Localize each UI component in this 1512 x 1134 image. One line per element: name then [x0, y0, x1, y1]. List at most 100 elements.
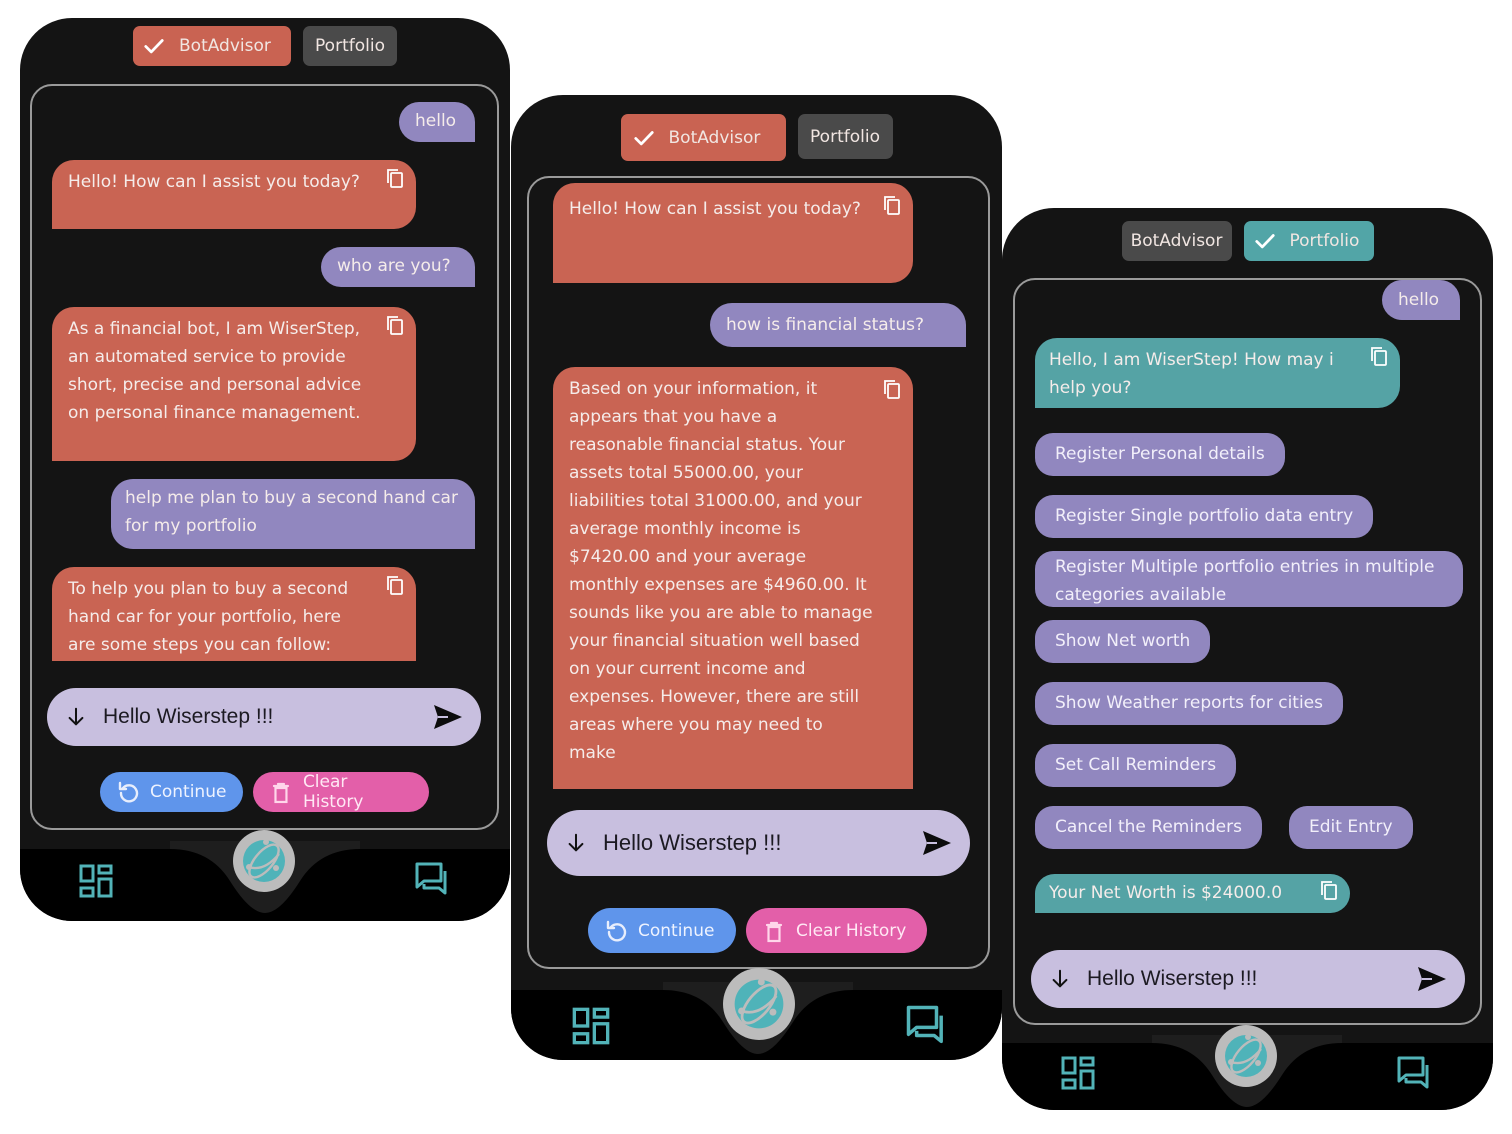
tab-label: Portfolio [810, 126, 880, 147]
restart-icon [116, 780, 140, 804]
home-fab[interactable] [233, 830, 295, 892]
copy-icon[interactable] [883, 379, 901, 399]
message-input[interactable]: Hello Wiserstep !!! [47, 688, 481, 746]
message-text: Hello! How can I assist you today? [68, 172, 360, 192]
option-label: Cancel the Reminders [1055, 817, 1242, 837]
tab-label: BotAdvisor [668, 127, 761, 148]
option-label: Register Single portfolio data entry [1055, 506, 1354, 526]
copy-icon[interactable] [386, 315, 404, 335]
message-text: how is financial status? [726, 315, 925, 335]
dashboard-icon[interactable] [1060, 1055, 1096, 1091]
tab-bar: BotAdvisor Portfolio [20, 26, 510, 66]
message-text: Your Net Worth is $24000.0 [1049, 883, 1283, 903]
tab-bar: BotAdvisor Portfolio [1002, 221, 1493, 261]
option-show-net-worth[interactable]: Show Net worth [1035, 620, 1211, 663]
option-register-multiple-entries[interactable]: Register Multiple portfolio entries in m… [1035, 551, 1463, 607]
chat-frame: hello Hello, I am WiserStep! How may i h… [1013, 278, 1482, 1025]
copy-icon[interactable] [1320, 880, 1338, 900]
check-icon [1254, 230, 1276, 252]
message-text: Hello, I am WiserStep! How may i help yo… [1049, 350, 1334, 398]
button-label: Clear History [796, 920, 907, 941]
send-icon[interactable] [922, 830, 952, 856]
message-text: help me plan to buy a second hand car fo… [125, 488, 458, 536]
option-label: Show Net worth [1055, 631, 1191, 651]
message-text: who are you? [337, 256, 451, 276]
chat-actions: Continue Clear History [588, 908, 927, 953]
trash-icon [762, 919, 786, 943]
home-fab[interactable] [723, 968, 795, 1040]
scroll-down-icon[interactable] [65, 706, 87, 728]
globe-icon [1221, 1031, 1271, 1081]
message-text: Hello! How can I assist you today? [569, 199, 861, 219]
bot-message: Based on your information, it appears th… [553, 367, 913, 789]
copy-icon[interactable] [883, 195, 901, 215]
copy-icon[interactable] [1370, 346, 1388, 366]
home-fab[interactable] [1215, 1025, 1277, 1087]
button-label: Continue [150, 782, 227, 802]
option-label: Set Call Reminders [1055, 755, 1217, 775]
user-message: help me plan to buy a second hand car fo… [111, 479, 475, 549]
option-register-single-entry[interactable]: Register Single portfolio data entry [1035, 495, 1374, 538]
message-input[interactable]: Hello Wiserstep !!! [1031, 950, 1465, 1008]
tab-portfolio[interactable]: Portfolio [303, 26, 397, 66]
option-label: Register Personal details [1055, 444, 1265, 464]
chat-icon[interactable] [905, 1004, 947, 1046]
user-message: how is financial status? [710, 303, 966, 347]
bot-message: Hello! How can I assist you today? [553, 183, 913, 283]
option-label: Edit Entry [1309, 817, 1393, 837]
button-label: Continue [638, 920, 715, 941]
option-register-personal-details[interactable]: Register Personal details [1035, 433, 1285, 476]
message-text: As a financial bot, I am WiserStep, an a… [68, 319, 362, 423]
bot-message: To help you plan to buy a second hand ca… [52, 567, 416, 661]
tab-label: BotAdvisor [179, 36, 271, 56]
copy-icon[interactable] [386, 575, 404, 595]
message-text: hello [1398, 290, 1440, 310]
message-input-value[interactable]: Hello Wiserstep !!! [1087, 967, 1417, 991]
tab-portfolio[interactable]: Portfolio [797, 114, 893, 159]
option-edit-entry[interactable]: Edit Entry [1289, 806, 1413, 849]
message-text: Based on your information, it appears th… [569, 379, 873, 763]
tab-botadvisor[interactable]: BotAdvisor [1121, 221, 1232, 261]
chat-actions: Continue Clear History [100, 772, 429, 812]
tab-bar: BotAdvisor Portfolio [511, 114, 1002, 161]
user-message: who are you? [321, 247, 475, 287]
option-cancel-reminders[interactable]: Cancel the Reminders [1035, 806, 1262, 849]
phone-screen-botadvisor-intro: BotAdvisor Portfolio hello Hello! How ca… [20, 18, 510, 921]
chat-icon[interactable] [414, 861, 450, 897]
send-icon[interactable] [1417, 966, 1447, 992]
tab-botadvisor[interactable]: BotAdvisor [620, 114, 786, 161]
message-text: To help you plan to buy a second hand ca… [68, 579, 349, 655]
message-text: hello [415, 111, 457, 131]
dashboard-icon[interactable] [78, 863, 114, 899]
clear-history-button[interactable]: Clear History [253, 772, 429, 812]
bot-message: Hello! How can I assist you today? [52, 160, 416, 229]
send-icon[interactable] [433, 704, 463, 730]
chat-frame: Hello! How can I assist you today? how i… [527, 176, 990, 969]
globe-icon [730, 975, 788, 1033]
continue-button[interactable]: Continue [588, 908, 736, 953]
message-input[interactable]: Hello Wiserstep !!! [547, 810, 970, 876]
tab-label: Portfolio [315, 36, 385, 56]
message-input-value[interactable]: Hello Wiserstep !!! [103, 705, 433, 729]
copy-icon[interactable] [386, 168, 404, 188]
option-label: Show Weather reports for cities [1055, 693, 1323, 713]
option-weather-reports[interactable]: Show Weather reports for cities [1035, 682, 1343, 725]
user-message: hello [399, 102, 475, 142]
continue-button[interactable]: Continue [100, 772, 243, 812]
scroll-down-icon[interactable] [565, 832, 587, 854]
restart-icon [604, 919, 628, 943]
scroll-down-icon[interactable] [1049, 968, 1071, 990]
phone-screen-portfolio: BotAdvisor Portfolio hello Hello, I am W… [1002, 208, 1493, 1110]
message-input-value[interactable]: Hello Wiserstep !!! [603, 830, 922, 856]
tab-portfolio[interactable]: Portfolio [1243, 221, 1374, 261]
button-label: Clear History [302, 772, 364, 812]
option-set-call-reminders[interactable]: Set Call Reminders [1035, 744, 1237, 787]
tab-botadvisor[interactable]: BotAdvisor [133, 26, 291, 66]
tab-label: Portfolio [1289, 231, 1360, 251]
trash-icon [269, 780, 293, 804]
chat-icon[interactable] [1396, 1055, 1432, 1091]
clear-history-button[interactable]: Clear History [746, 908, 927, 953]
user-message: hello [1382, 280, 1460, 320]
check-icon [633, 127, 655, 149]
dashboard-icon[interactable] [571, 1006, 611, 1046]
